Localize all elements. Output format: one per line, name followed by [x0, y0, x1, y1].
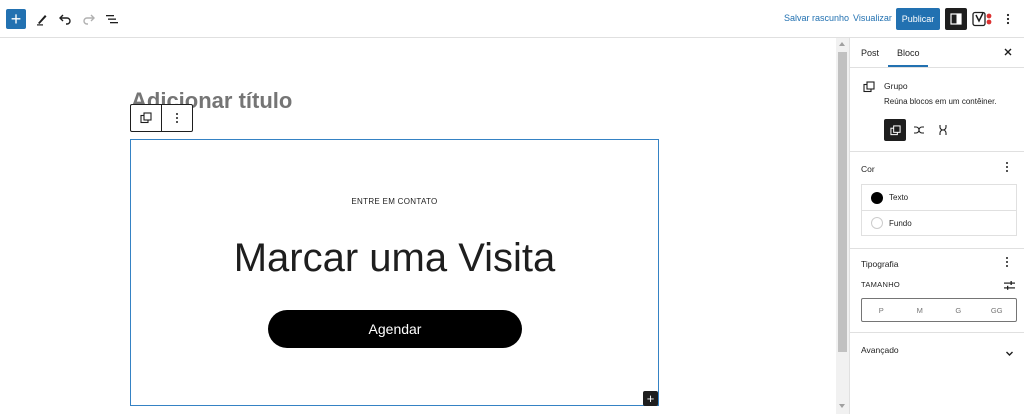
- block-options-button[interactable]: [161, 105, 192, 131]
- settings-sidebar: Post Bloco Grupo Reúna blocos em um cont…: [849, 38, 1024, 414]
- scroll-up-arrow[interactable]: [839, 42, 845, 46]
- block-appender-button[interactable]: +: [643, 391, 658, 406]
- list-view-button[interactable]: [102, 9, 122, 29]
- row-icon: [914, 126, 924, 134]
- typography-panel-options-button[interactable]: [1005, 256, 1009, 271]
- close-sidebar-button[interactable]: [1004, 45, 1012, 59]
- panel-divider: [850, 151, 1024, 152]
- plus-icon: +: [10, 9, 22, 29]
- block-variations: [884, 119, 954, 141]
- more-vertical-icon: [1006, 162, 1008, 172]
- preview-button[interactable]: Visualizar: [853, 13, 892, 23]
- group-block[interactable]: ENTRE EM CONTATO Marcar uma Visita Agend…: [130, 139, 659, 406]
- sidebar-tabs: Post Bloco: [850, 38, 1024, 68]
- color-swatch: [871, 217, 883, 229]
- more-vertical-icon: [1006, 257, 1008, 267]
- block-inserter-button[interactable]: +: [6, 9, 26, 29]
- variation-group-button[interactable]: [884, 119, 906, 141]
- tools-button[interactable]: [32, 9, 52, 29]
- font-size-option[interactable]: P: [862, 299, 901, 321]
- more-vertical-icon: [176, 113, 179, 123]
- color-panel-options-button[interactable]: [1005, 161, 1009, 176]
- close-icon: [1004, 48, 1012, 56]
- font-size-option[interactable]: G: [939, 299, 978, 321]
- options-menu-button[interactable]: [1000, 9, 1016, 29]
- font-size-option[interactable]: M: [901, 299, 940, 321]
- redo-button[interactable]: [79, 9, 99, 29]
- color-list: Texto Fundo: [861, 184, 1017, 236]
- variation-row-button[interactable]: [908, 119, 930, 141]
- block-toolbar: [130, 104, 193, 132]
- advanced-panel-chevron[interactable]: [1005, 345, 1014, 356]
- font-size-option[interactable]: GG: [978, 299, 1017, 321]
- list-view-icon: [106, 15, 118, 24]
- pencil-icon: [37, 15, 47, 26]
- settings-toggle-button[interactable]: [945, 8, 967, 30]
- scroll-down-arrow[interactable]: [839, 404, 845, 408]
- yoast-icon: [972, 11, 992, 27]
- yoast-button[interactable]: [972, 9, 994, 29]
- group-icon: [889, 124, 901, 135]
- cta-button-block[interactable]: Agendar: [268, 310, 522, 348]
- scroll-thumb[interactable]: [838, 52, 847, 352]
- panel-divider: [850, 332, 1024, 333]
- canvas-scrollbar[interactable]: [836, 38, 849, 414]
- group-icon: [140, 112, 152, 124]
- undo-button[interactable]: [55, 9, 75, 29]
- tab-post[interactable]: Post: [861, 48, 879, 58]
- kicker-text[interactable]: ENTRE EM CONTATO: [131, 197, 658, 206]
- custom-size-button[interactable]: [1004, 278, 1015, 290]
- block-card-icon: [863, 80, 877, 94]
- color-item-background[interactable]: Fundo: [862, 210, 1016, 235]
- typography-panel-title: Tipografia: [861, 259, 899, 269]
- publish-button[interactable]: Publicar: [896, 8, 940, 30]
- group-icon: [863, 81, 875, 93]
- stack-icon: [939, 125, 947, 135]
- redo-icon: [83, 14, 95, 25]
- more-vertical-icon: [1006, 13, 1010, 25]
- save-draft-button[interactable]: Salvar rascunho: [784, 13, 849, 23]
- editor-top-bar: + Salvar rascunho Visualizar Publicar: [0, 0, 1024, 38]
- variation-stack-button[interactable]: [932, 119, 954, 141]
- block-card-title: Grupo: [884, 81, 908, 91]
- color-swatch: [871, 191, 883, 204]
- block-type-button[interactable]: [131, 105, 161, 131]
- font-size-label: TAMANHO: [861, 280, 901, 289]
- settings-sliders-icon: [1004, 281, 1015, 290]
- color-item-text[interactable]: Texto: [862, 185, 1016, 210]
- color-item-label: Texto: [889, 193, 909, 202]
- active-tab-indicator: [888, 65, 928, 67]
- tab-block[interactable]: Bloco: [897, 48, 920, 58]
- undo-icon: [59, 14, 71, 25]
- plus-icon: +: [646, 391, 655, 406]
- font-size-picker: P M G GG: [861, 298, 1017, 322]
- color-panel-title: Cor: [861, 164, 875, 174]
- color-item-label: Fundo: [889, 218, 912, 228]
- heading-block[interactable]: Marcar uma Visita: [131, 236, 658, 281]
- chevron-down-icon: [1006, 351, 1013, 356]
- sidebar-toggle-icon: [950, 13, 962, 25]
- panel-divider: [850, 248, 1024, 249]
- advanced-panel-toggle[interactable]: Avançado: [861, 345, 899, 355]
- block-card-description: Reúna blocos em um contêiner.: [884, 97, 997, 106]
